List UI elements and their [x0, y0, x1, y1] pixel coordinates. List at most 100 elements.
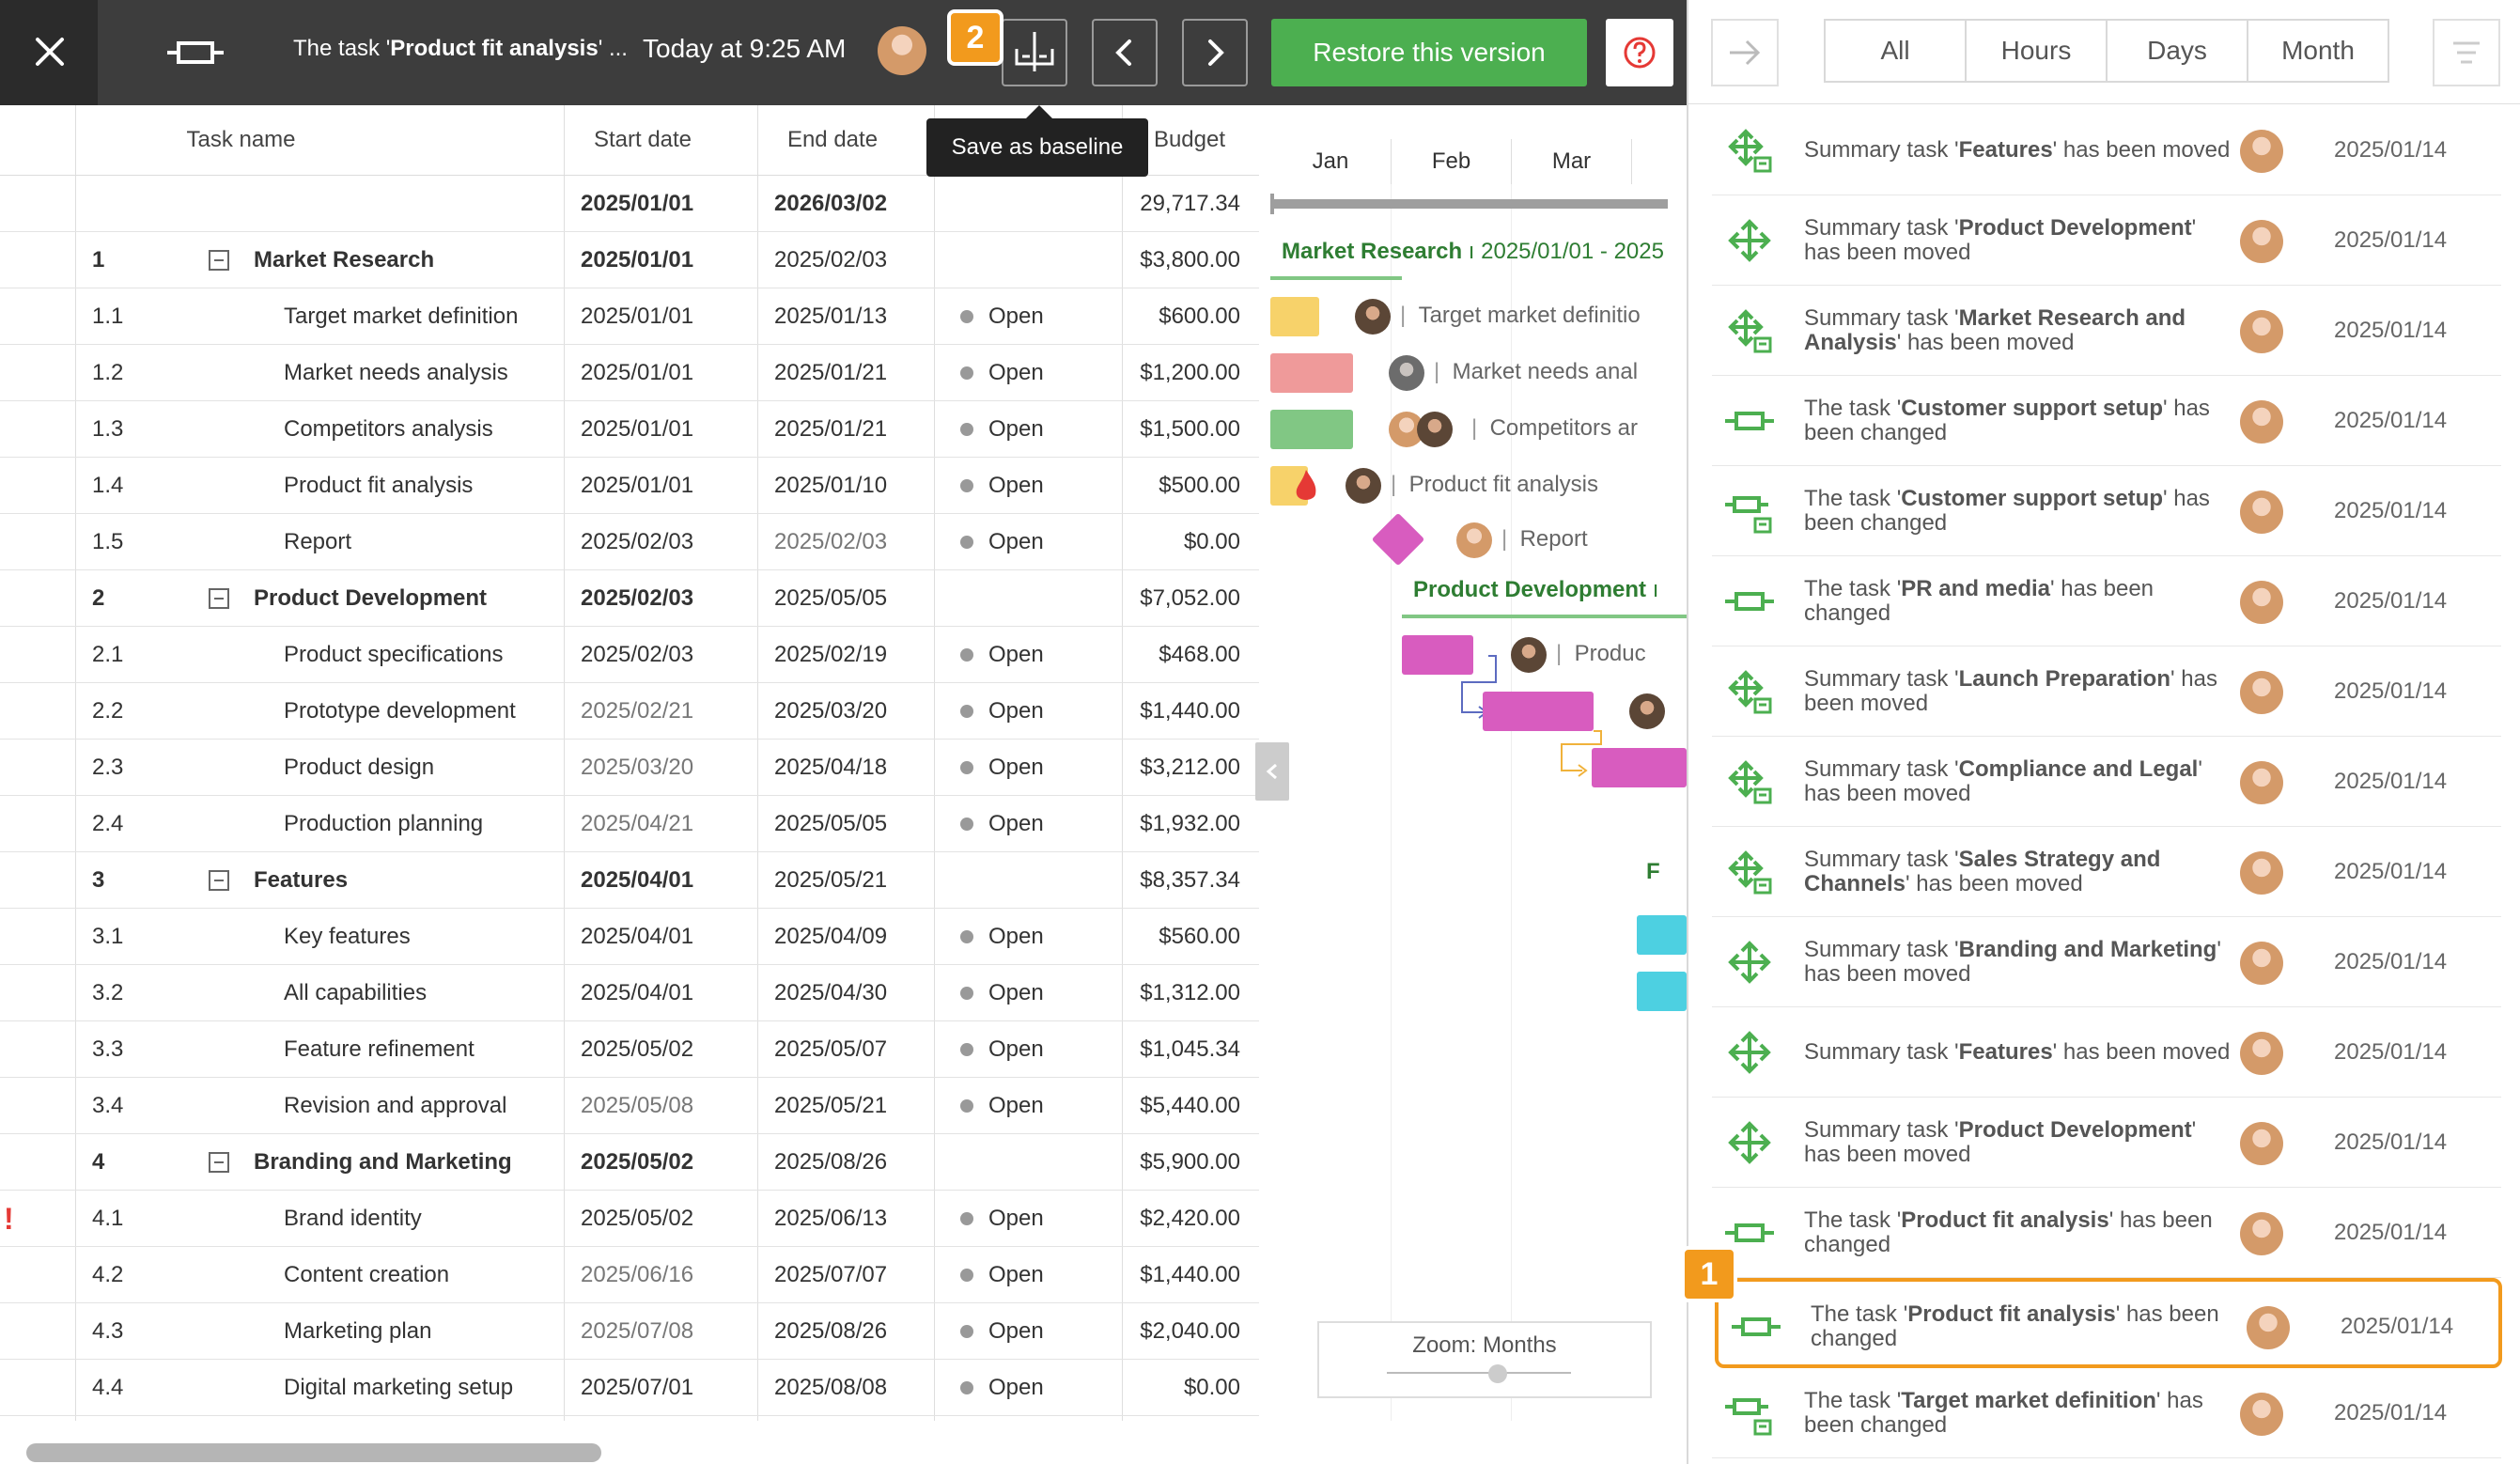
task-row[interactable]: 1.4 Product fit analysis 2025/01/01 2025/01… [0, 458, 1259, 514]
task-name[interactable]: Product design [284, 740, 434, 796]
budget-cell[interactable]: $5,900.00 [1122, 1134, 1240, 1191]
end-date[interactable]: 2025/08/26 [774, 1303, 887, 1360]
history-item[interactable]: Summary task 'Compliance and Legal' has … [1712, 737, 2501, 827]
task-row[interactable]: 3.2 All capabilities 2025/04/01 2025/04/30 O… [0, 965, 1259, 1021]
gantt-bar-1-2[interactable] [1270, 353, 1353, 393]
budget-cell[interactable]: $7,052.00 [1122, 570, 1240, 627]
task-row[interactable]: 4.4 Digital marketing setup 2025/07/01 2025… [0, 1360, 1259, 1416]
status-cell[interactable]: Open [960, 458, 1044, 514]
history-item[interactable]: Summary task 'Features' has been moved 20… [1712, 105, 2501, 195]
task-row[interactable]: 4.3 Marketing plan 2025/07/08 2025/08/26 Ope… [0, 1303, 1259, 1360]
budget-cell[interactable]: $2,420.00 [1122, 1191, 1240, 1247]
budget-cell[interactable]: $1,440.00 [1122, 683, 1240, 740]
task-row[interactable]: 3.4 Revision and approval 2025/05/08 2025/0… [0, 1078, 1259, 1134]
next-version-button[interactable] [1182, 19, 1248, 86]
task-name[interactable]: Features [254, 852, 348, 909]
history-item[interactable]: Summary task 'Features' has been moved 20… [1712, 1007, 2501, 1098]
budget-cell[interactable]: $1,045.34 [1122, 1021, 1240, 1078]
task-row[interactable]: 2.3 Product design 2025/03/20 2025/04/18 Ope… [0, 740, 1259, 796]
history-item[interactable]: Summary task 'Market Research and Analys… [1712, 286, 2501, 376]
end-date[interactable]: 2025/05/21 [774, 1078, 887, 1134]
header-task-name[interactable]: Task name [75, 105, 407, 175]
task-row[interactable]: 1.3 Competitors analysis 2025/01/01 2025/01… [0, 401, 1259, 458]
task-row[interactable]: 1.1 Target market definition 2025/01/01 202… [0, 288, 1259, 345]
task-name[interactable]: Content creation [284, 1247, 449, 1303]
summary-task-row[interactable]: 3 Features 2025/04/01 2025/05/21 $8,357.34 [0, 852, 1259, 909]
history-item[interactable]: Summary task 'Branding and Marketing' ha… [1712, 917, 2501, 1007]
budget-cell[interactable]: $600.00 [1122, 288, 1240, 345]
start-date[interactable]: 2025/01/01 [581, 458, 693, 514]
budget-cell[interactable]: $1,312.00 [1122, 965, 1240, 1021]
tab-month[interactable]: Month [2247, 19, 2389, 83]
start-date[interactable]: 2025/02/21 [581, 683, 693, 740]
project-summary-row[interactable]: 2025/01/01 2026/03/02 29,717.34 [0, 176, 1259, 232]
gantt-bar-3-1[interactable] [1637, 915, 1687, 955]
end-date[interactable]: 2025/05/05 [774, 796, 887, 852]
start-date[interactable]: 2025/06/16 [581, 1247, 693, 1303]
collapse-gantt-handle[interactable] [1255, 742, 1289, 801]
task-row[interactable]: 2.1 Product specifications 2025/02/03 2025/… [0, 627, 1259, 683]
task-name[interactable]: Brand identity [284, 1191, 422, 1247]
status-cell[interactable]: Open [960, 627, 1044, 683]
history-item[interactable]: Summary task 'Launch Preparation' has be… [1712, 646, 2501, 737]
end-date[interactable]: 2025/02/03 [774, 232, 887, 288]
budget-cell[interactable]: $0.00 [1122, 514, 1240, 570]
task-row[interactable]: ! 4.1 Brand identity 2025/05/02 2025/06/13 Op… [0, 1191, 1259, 1247]
start-date[interactable]: 2025/04/01 [581, 965, 693, 1021]
end-date[interactable]: 2025/01/13 [774, 288, 887, 345]
history-item[interactable]: The task 'Customer support setup' has be… [1712, 376, 2501, 466]
status-cell[interactable]: Open [960, 1303, 1044, 1360]
header-start-date[interactable]: Start date [564, 105, 722, 175]
summary-task-row[interactable]: 2 Product Development 2025/02/03 2025/05/05… [0, 570, 1259, 627]
start-date[interactable]: 2025/04/01 [581, 909, 693, 965]
collapse-toggle[interactable] [209, 1134, 229, 1191]
budget-cell[interactable]: $468.00 [1122, 627, 1240, 683]
zoom-control[interactable]: Zoom: Months [1317, 1321, 1652, 1398]
gantt-bar-1-3[interactable] [1270, 410, 1353, 449]
end-date[interactable]: 2025/02/19 [774, 627, 887, 683]
status-cell[interactable]: Open [960, 514, 1044, 570]
end-date[interactable]: 2025/08/26 [774, 1134, 887, 1191]
save-baseline-button[interactable] [1002, 19, 1067, 86]
start-date[interactable]: 2025/01/01 [581, 345, 693, 401]
restore-version-button[interactable]: Restore this version [1271, 19, 1587, 86]
budget-cell[interactable]: $3,212.00 [1122, 740, 1240, 796]
end-date[interactable]: 2025/01/10 [774, 458, 887, 514]
gantt-bar-1-1[interactable] [1270, 297, 1319, 336]
history-item[interactable]: Summary task 'Product Development' has b… [1712, 1098, 2501, 1188]
task-row[interactable]: 3.1 Key features 2025/04/01 2025/04/09 Open $… [0, 909, 1259, 965]
filter-button[interactable] [2433, 19, 2500, 86]
status-cell[interactable]: Open [960, 740, 1044, 796]
task-name[interactable]: Key features [284, 909, 411, 965]
horizontal-scrollbar[interactable] [26, 1443, 601, 1462]
task-row[interactable]: 2.4 Production planning 2025/04/21 2025/05/… [0, 796, 1259, 852]
end-date[interactable]: 2025/05/05 [774, 570, 887, 627]
status-cell[interactable]: Open [960, 1360, 1044, 1416]
close-button[interactable] [0, 0, 98, 105]
end-date[interactable]: 2025/08/08 [774, 1360, 887, 1416]
status-cell[interactable]: Open [960, 965, 1044, 1021]
history-item[interactable]: Summary task 'Product Development' has b… [1712, 195, 2501, 286]
status-cell[interactable]: Open [960, 796, 1044, 852]
start-date[interactable]: 2025/03/20 [581, 740, 693, 796]
task-name[interactable]: Digital marketing setup [284, 1360, 513, 1416]
budget-cell[interactable]: $0.00 [1122, 1360, 1240, 1416]
status-cell[interactable]: Open [960, 909, 1044, 965]
start-date[interactable]: 2025/05/02 [581, 1191, 693, 1247]
task-name[interactable]: Target market definition [284, 288, 518, 345]
history-item[interactable]: Summary task 'Sales Strategy and Channel… [1712, 827, 2501, 917]
start-date[interactable]: 2025/01/01 [581, 401, 693, 458]
status-cell[interactable]: Open [960, 1021, 1044, 1078]
start-date[interactable]: 2025/04/01 [581, 852, 693, 909]
start-date[interactable]: 2025/01/01 [581, 232, 693, 288]
previous-version-button[interactable] [1092, 19, 1158, 86]
end-date[interactable]: 2025/02/03 [774, 514, 887, 570]
history-item[interactable]: The task 'PR and media' has been changed… [1712, 556, 2501, 646]
history-item-selected[interactable]: The task 'Product fit analysis' has been… [1715, 1278, 2502, 1368]
status-cell[interactable]: Open [960, 683, 1044, 740]
status-cell[interactable]: Open [960, 288, 1044, 345]
end-date[interactable]: 2025/03/20 [774, 683, 887, 740]
start-date[interactable]: 2025/02/03 [581, 627, 693, 683]
budget-cell[interactable]: $1,932.00 [1122, 796, 1240, 852]
start-date[interactable]: 2025/07/01 [581, 1360, 693, 1416]
